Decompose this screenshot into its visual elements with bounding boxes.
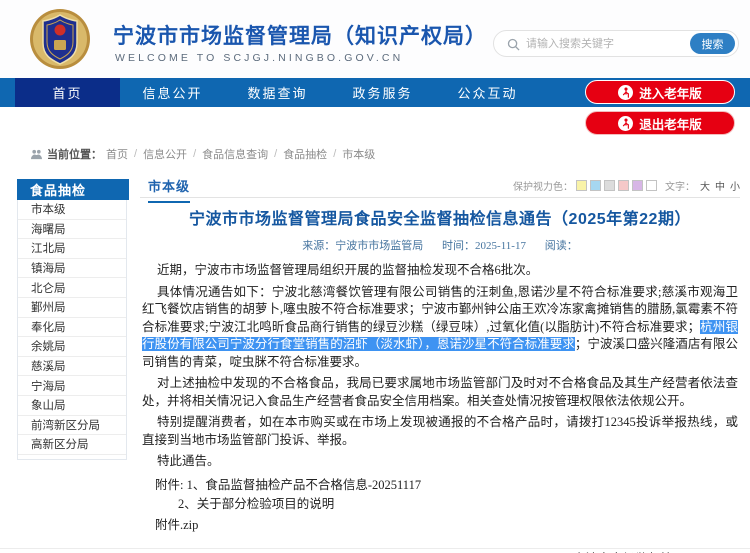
sidebar-item-yinzhou[interactable]: 鄞州局 [18, 298, 126, 318]
sidebar-item-city-level[interactable]: 市本级 [18, 200, 126, 220]
sidebar-item-beilun[interactable]: 北仑局 [18, 278, 126, 298]
sidebar-item-ninghai[interactable]: 宁海局 [18, 376, 126, 396]
nav-item-gov-services[interactable]: 政务服务 [330, 78, 435, 107]
font-size-label: 文字： [665, 178, 695, 193]
nav-item-home[interactable]: 首页 [15, 78, 120, 107]
search-button[interactable]: 搜索 [690, 33, 735, 54]
enter-senior-mode-label: 进入老年版 [639, 83, 702, 102]
breadcrumb: 当前位置： 首页 / 信息公开 / 食品信息查询 / 食品抽检 / 市本级 [30, 146, 375, 162]
exit-senior-mode-button[interactable]: 退出老年版 [585, 111, 735, 135]
accessibility-controls: 保护视力色： 文字： 大 中 小 [513, 178, 740, 193]
article-paragraph-3: 对上述抽检中发现的不合格食品，我局已要求属地市场监管部门及时对不合格食品及其生产… [142, 375, 738, 410]
enter-senior-mode-button[interactable]: 进入老年版 [585, 80, 735, 104]
sidebar-item-zhenhai[interactable]: 镇海局 [18, 259, 126, 279]
breadcrumb-item-food-sampling[interactable]: 食品抽检 [283, 146, 327, 162]
breadcrumb-item-city-level[interactable]: 市本级 [342, 146, 375, 162]
article-title: 宁波市市场监督管理局食品安全监督抽检信息通告（2025年第22期） [140, 205, 740, 229]
article-paragraph-1: 近期，宁波市市场监督管理局组织开展的监督抽检发现不合格6批次。 [142, 262, 738, 280]
article-read-count: 阅读： [545, 240, 578, 252]
paragraph-2-text: 具体情况通告如下：宁波北慈湾餐饮管理有限公司销售的汪刺鱼,恩诺沙星不符合标准要求… [142, 285, 738, 334]
font-size-large[interactable]: 大 [700, 178, 710, 193]
nav-item-public-interaction[interactable]: 公众互动 [435, 78, 540, 107]
article-paragraph-2: 具体情况通告如下：宁波北慈湾餐饮管理有限公司销售的汪刺鱼,恩诺沙星不符合标准要求… [142, 284, 738, 372]
vision-color-swatch[interactable] [590, 180, 601, 191]
attachments: 附件: 1、食品监督抽检产品不合格信息-20251117 2、关于部分检验项目的… [140, 476, 740, 535]
search-input[interactable] [526, 32, 676, 55]
exit-senior-mode-label: 退出老年版 [639, 114, 702, 133]
breadcrumb-item-info[interactable]: 信息公开 [143, 146, 187, 162]
article-paragraph-4: 特别提醒消费者，如在本市购买或在市场上发现被通报的不合格产品时，请拨打12345… [142, 414, 738, 449]
site-title: 宁波市市场监督管理局（知识产权局） [113, 20, 487, 50]
breadcrumb-item-home[interactable]: 首页 [106, 146, 128, 162]
sidebar-item-qianwan[interactable]: 前湾新区分局 [18, 416, 126, 436]
attachment-link-1[interactable]: 附件: 1、食品监督抽检产品不合格信息-20251117 [140, 476, 740, 495]
article-body: 近期，宁波市市场监督管理局组织开展的监督抽检发现不合格6批次。 具体情况通告如下… [140, 262, 740, 471]
sidebar-item-xiangshan[interactable]: 象山局 [18, 396, 126, 416]
breadcrumb-label: 当前位置： [47, 146, 102, 162]
search-box: 搜索 [493, 30, 739, 57]
breadcrumb-separator: / [134, 148, 137, 160]
sidebar-item-haishu[interactable]: 海曙局 [18, 220, 126, 240]
article-meta: 来源：宁波市市场监管局 时间：2025-11-17 阅读： [140, 237, 740, 253]
nav-item-info-disclosure[interactable]: 信息公开 [120, 78, 225, 107]
footer-divider [0, 548, 750, 549]
article-time: 时间：2025-11-17 [442, 240, 526, 252]
vision-color-swatch[interactable] [632, 180, 643, 191]
article-paragraph-5: 特此通告。 [142, 453, 738, 471]
sidebar-item-cixi[interactable]: 慈溪局 [18, 357, 126, 377]
sidebar-item-jiangbei[interactable]: 江北局 [18, 239, 126, 259]
breadcrumb-separator: / [193, 148, 196, 160]
breadcrumb-separator: / [333, 148, 336, 160]
article-source: 来源：宁波市市场监管局 [302, 240, 423, 252]
sidebar-item-fenghua[interactable]: 奉化局 [18, 318, 126, 338]
font-size-medium[interactable]: 中 [715, 178, 725, 193]
sidebar-item-yuyao[interactable]: 余姚局 [18, 337, 126, 357]
vision-color-swatch[interactable] [604, 180, 615, 191]
font-size-small[interactable]: 小 [730, 178, 740, 193]
agency-emblem-logo [28, 7, 92, 71]
attachment-zip-link[interactable]: 附件.zip [140, 516, 740, 535]
elderly-icon [618, 116, 633, 131]
nav-item-data-query[interactable]: 数据查询 [225, 78, 330, 107]
content-tab-row: 市本级 保护视力色： 文字： 大 中 小 [140, 172, 740, 198]
tab-city-level[interactable]: 市本级 [148, 176, 190, 203]
sidebar: 食品抽检 市本级 海曙局 江北局 镇海局 北仑局 鄞州局 奉化局 余姚局 慈溪局… [17, 180, 127, 460]
sidebar-item-gaoxin[interactable]: 高新区分局 [18, 435, 126, 455]
sidebar-title: 食品抽检 [17, 179, 129, 200]
page: 宁波市市场监督管理局（知识产权局） WELCOME TO SCJGJ.NINGB… [0, 0, 750, 553]
vision-color-swatch[interactable] [646, 180, 657, 191]
site-subtitle: WELCOME TO SCJGJ.NINGBO.GOV.CN [115, 52, 403, 64]
main-content: 市本级 保护视力色： 文字： 大 中 小 宁波市市场监督管理局食品安全监督抽检信… [140, 172, 740, 553]
vision-color-label: 保护视力色： [513, 178, 573, 193]
search-icon [507, 38, 520, 51]
vision-color-swatch[interactable] [576, 180, 587, 191]
breadcrumb-item-food-info-query[interactable]: 食品信息查询 [202, 146, 268, 162]
vision-color-swatch[interactable] [618, 180, 629, 191]
breadcrumb-separator: / [274, 148, 277, 160]
site-header: 宁波市市场监督管理局（知识产权局） WELCOME TO SCJGJ.NINGB… [0, 0, 750, 78]
attachment-link-2[interactable]: 2、关于部分检验项目的说明 [140, 495, 740, 514]
elderly-icon [618, 85, 633, 100]
location-icon [30, 149, 43, 160]
